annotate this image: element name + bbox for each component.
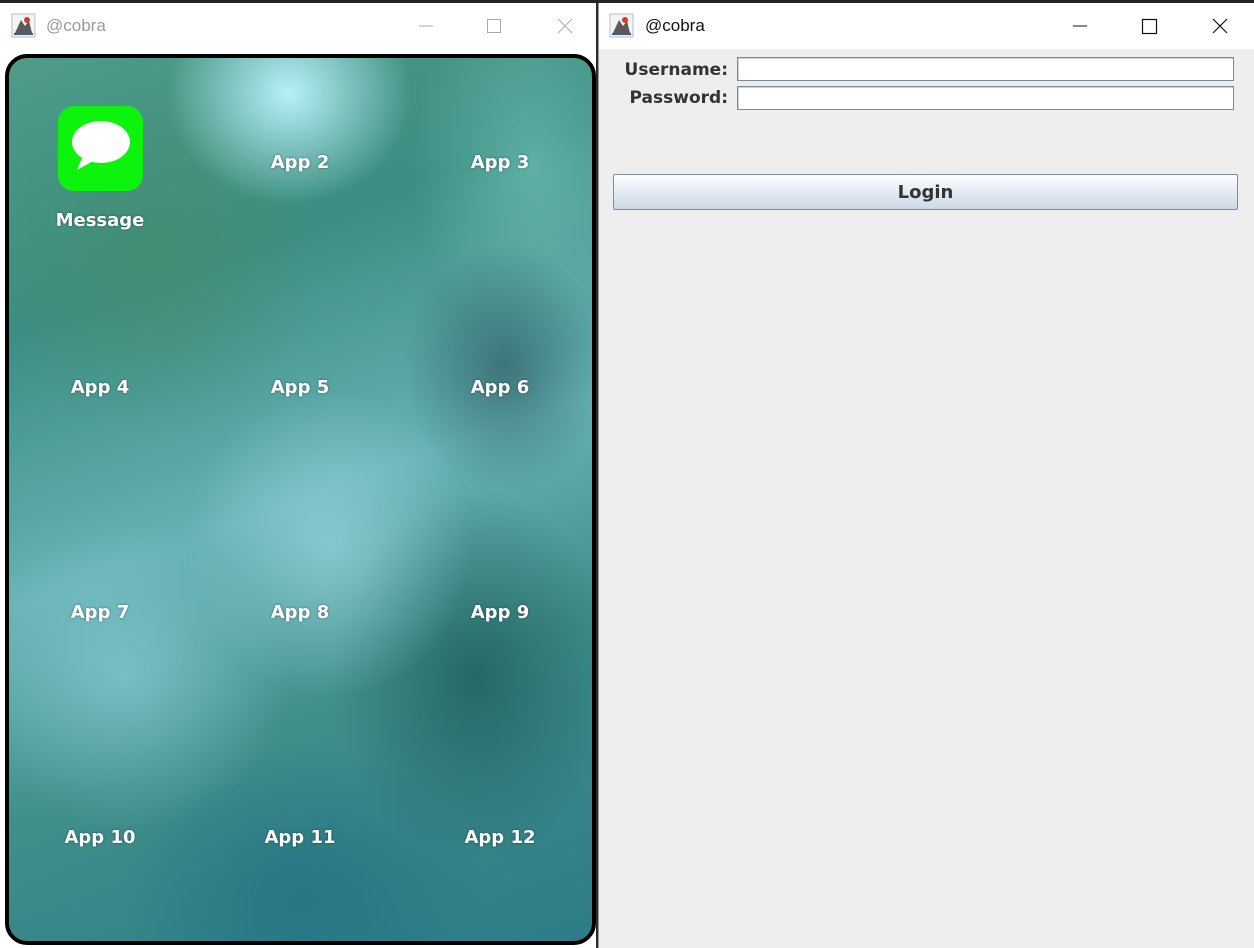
app-4[interactable]: App 4 — [9, 377, 200, 398]
app-7[interactable]: App 7 — [9, 602, 200, 623]
app-12[interactable]: App 12 — [400, 827, 592, 848]
minimize-icon[interactable] — [1065, 11, 1095, 41]
login-window-title: @cobra — [645, 16, 705, 35]
app-10[interactable]: App 10 — [9, 827, 200, 848]
password-label: Password: — [629, 88, 728, 108]
username-field[interactable] — [737, 57, 1234, 81]
app-5[interactable]: App 5 — [200, 377, 400, 398]
app-6[interactable]: App 6 — [400, 377, 592, 398]
java-app-icon — [11, 13, 36, 38]
app-9[interactable]: App 9 — [400, 602, 592, 623]
login-window: @cobra Username: Password: Login — [598, 3, 1254, 948]
message-app-label[interactable]: Message — [9, 210, 200, 231]
close-icon[interactable] — [1205, 11, 1235, 41]
message-app-icon[interactable] — [58, 106, 143, 191]
phone-window: @cobra Message App 2 App 3 App 4 App 5 A… — [0, 3, 596, 948]
speech-bubble-icon — [72, 121, 130, 170]
username-label: Username: — [624, 60, 728, 80]
login-window-titlebar[interactable]: @cobra — [599, 3, 1254, 49]
phone-window-title: @cobra — [46, 16, 106, 35]
phone-window-titlebar[interactable]: @cobra — [0, 3, 596, 49]
maximize-icon[interactable] — [479, 11, 509, 41]
password-field[interactable] — [737, 86, 1234, 110]
maximize-icon[interactable] — [1134, 11, 1164, 41]
close-icon[interactable] — [550, 11, 580, 41]
app-2[interactable]: App 2 — [200, 152, 400, 173]
phone-screen: Message App 2 App 3 App 4 App 5 App 6 Ap… — [5, 54, 596, 945]
app-11[interactable]: App 11 — [200, 827, 400, 848]
login-button[interactable]: Login — [613, 174, 1238, 210]
app-3[interactable]: App 3 — [400, 152, 592, 173]
app-8[interactable]: App 8 — [200, 602, 400, 623]
java-app-icon — [609, 13, 634, 38]
minimize-icon[interactable] — [411, 11, 441, 41]
